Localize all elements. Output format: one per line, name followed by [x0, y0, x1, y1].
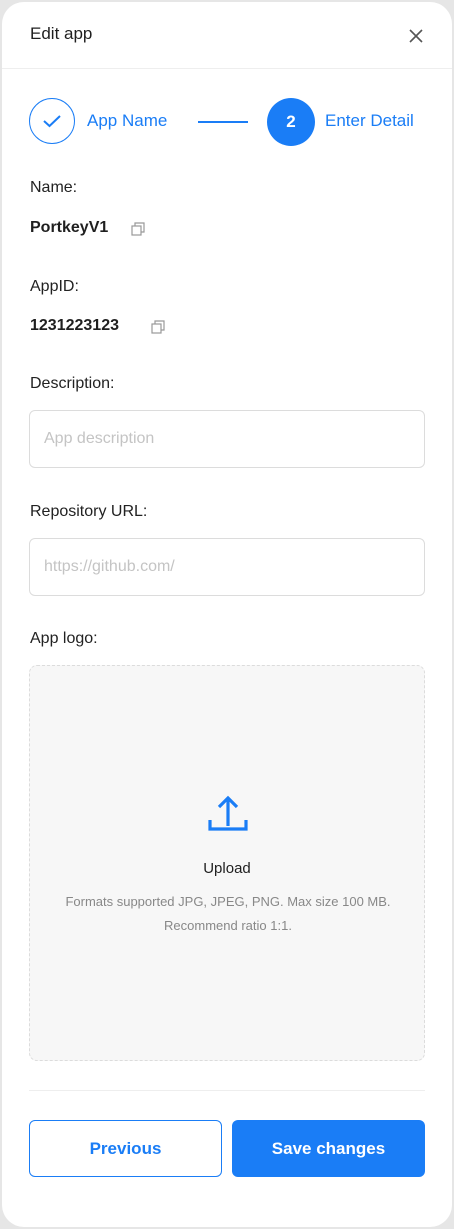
step-2-label: Enter Detail — [325, 111, 414, 130]
copy-icon — [151, 320, 165, 334]
app-logo-label: App logo: — [30, 630, 98, 647]
upload-icon — [208, 795, 248, 831]
edit-app-dialog: Edit app App Name 2 Enter Detail Name: P… — [2, 2, 452, 1227]
upload-hint: Formats supported JPG, JPEG, PNG. Max si… — [65, 894, 391, 933]
copy-name-button[interactable] — [131, 222, 145, 236]
repository-label: Repository URL: — [30, 503, 148, 520]
copy-icon — [131, 222, 145, 236]
dialog-title: Edit app — [30, 24, 93, 43]
repository-url-input[interactable] — [29, 538, 425, 596]
check-icon — [43, 115, 61, 128]
previous-button[interactable]: Previous — [29, 1120, 222, 1177]
header-divider — [2, 68, 452, 69]
step-2-indicator: 2 — [267, 98, 315, 146]
description-label: Description: — [30, 375, 115, 392]
logo-upload-dropzone[interactable]: Upload Formats supported JPG, JPEG, PNG.… — [29, 665, 425, 1061]
upload-label: Upload — [203, 860, 251, 877]
step-1-indicator — [29, 98, 75, 144]
close-icon — [409, 29, 423, 43]
appid-value: 1231223123 — [30, 317, 119, 334]
close-button[interactable] — [406, 26, 426, 46]
footer-divider — [29, 1090, 425, 1091]
copy-appid-button[interactable] — [151, 320, 165, 334]
appid-label: AppID: — [30, 278, 79, 295]
step-1-label: App Name — [87, 111, 168, 130]
step-connector — [198, 121, 248, 123]
name-label: Name: — [30, 179, 78, 196]
name-value: PortkeyV1 — [30, 219, 109, 236]
description-input[interactable] — [29, 410, 425, 468]
save-changes-button[interactable]: Save changes — [232, 1120, 425, 1177]
